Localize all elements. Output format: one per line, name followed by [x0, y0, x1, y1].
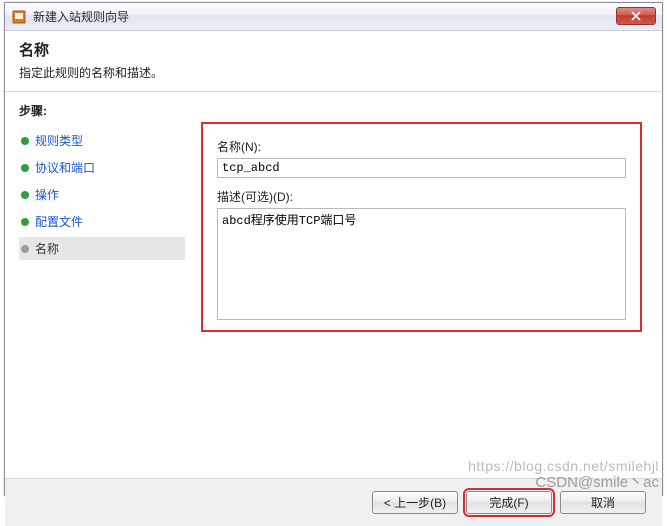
- step-protocol-port[interactable]: 协议和端口: [19, 156, 185, 179]
- wizard-header: 名称 指定此规则的名称和描述。: [5, 31, 662, 92]
- cancel-button[interactable]: 取消: [560, 491, 646, 514]
- page-subtitle: 指定此规则的名称和描述。: [19, 64, 648, 81]
- bullet-icon: [21, 164, 29, 172]
- description-label: 描述(可选)(D):: [217, 188, 626, 205]
- step-name[interactable]: 名称: [19, 237, 185, 260]
- step-label: 规则类型: [35, 132, 83, 149]
- step-profile[interactable]: 配置文件: [19, 210, 185, 233]
- name-label: 名称(N):: [217, 138, 626, 155]
- titlebar: 新建入站规则向导: [5, 3, 662, 31]
- step-label: 操作: [35, 186, 59, 203]
- close-icon: [631, 11, 641, 21]
- step-action[interactable]: 操作: [19, 183, 185, 206]
- sidebar: 步骤: 规则类型 协议和端口 操作 配置文件 名称: [5, 92, 195, 478]
- step-label: 配置文件: [35, 213, 83, 230]
- name-input[interactable]: [217, 158, 626, 178]
- wizard-window: 新建入站规则向导 名称 指定此规则的名称和描述。 步骤: 规则类型 协议和端口 …: [4, 2, 663, 496]
- bullet-icon: [21, 191, 29, 199]
- page-title: 名称: [19, 39, 648, 60]
- finish-button[interactable]: 完成(F): [466, 491, 552, 514]
- wizard-footer: < 上一步(B) 完成(F) 取消: [5, 478, 662, 526]
- app-icon: [11, 9, 27, 25]
- highlight-frame: 名称(N): 描述(可选)(D):: [201, 122, 642, 332]
- back-button[interactable]: < 上一步(B): [372, 491, 458, 514]
- description-input[interactable]: [217, 208, 626, 320]
- bullet-icon: [21, 245, 29, 253]
- step-label: 协议和端口: [35, 159, 95, 176]
- bullet-icon: [21, 137, 29, 145]
- close-button[interactable]: [616, 7, 656, 25]
- wizard-body: 步骤: 规则类型 协议和端口 操作 配置文件 名称: [5, 92, 662, 478]
- steps-heading: 步骤:: [19, 102, 185, 119]
- window-title: 新建入站规则向导: [33, 8, 129, 25]
- step-label: 名称: [35, 240, 59, 257]
- step-rule-type[interactable]: 规则类型: [19, 129, 185, 152]
- bullet-icon: [21, 218, 29, 226]
- content-pane: 名称(N): 描述(可选)(D):: [195, 92, 662, 478]
